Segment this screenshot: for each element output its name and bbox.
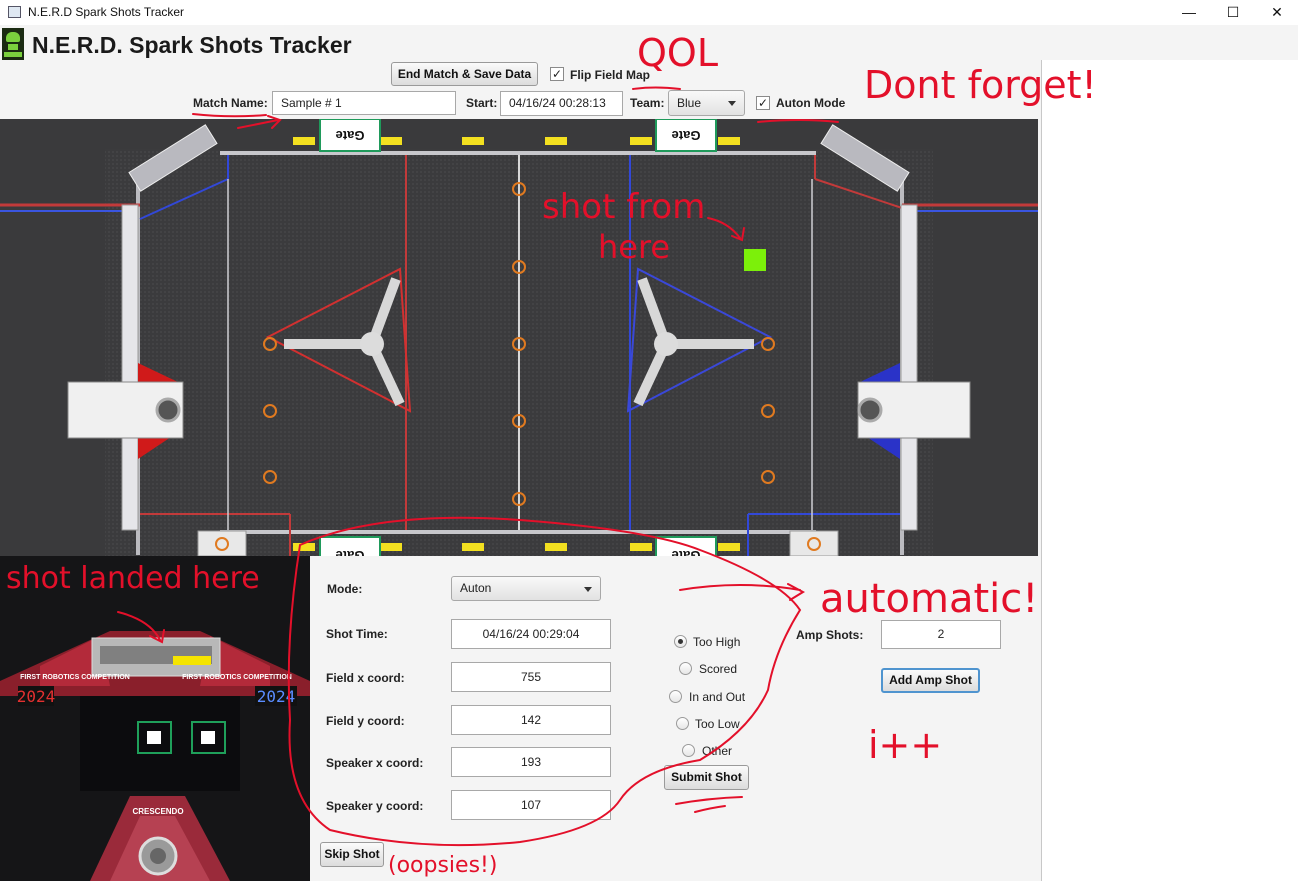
- shot-time-input[interactable]: 04/16/24 00:29:04: [451, 619, 611, 649]
- shot-landed-marker: [173, 656, 211, 665]
- shot-location-marker: [744, 249, 766, 271]
- annotation-ipp: i++: [868, 723, 942, 767]
- end-match-save-button[interactable]: End Match & Save Data: [391, 62, 538, 86]
- amp-shots-label: Amp Shots:: [796, 628, 864, 642]
- speaker-x-input[interactable]: 193: [451, 747, 611, 777]
- app-title: N.E.R.D. Spark Shots Tracker: [32, 32, 352, 58]
- radio-other[interactable]: [682, 744, 695, 757]
- amp-shots-input[interactable]: 2: [881, 620, 1001, 649]
- start-time-input[interactable]: 04/16/24 00:28:13: [500, 91, 623, 116]
- first-brand-left: FIRST ROBOTICS COMPETITION: [20, 674, 130, 681]
- start-label: Start:: [466, 96, 498, 110]
- close-button[interactable]: ✕: [1254, 0, 1298, 25]
- radio-in-and-out[interactable]: [669, 690, 682, 703]
- radio-label-in-and-out: In and Out: [689, 690, 746, 704]
- field-y-input[interactable]: 142: [451, 705, 611, 735]
- team-select[interactable]: Blue: [668, 90, 745, 116]
- speaker-y-label: Speaker y coord:: [326, 799, 424, 813]
- auton-mode-checkbox[interactable]: ✓: [756, 96, 770, 110]
- chevron-down-icon: [728, 101, 736, 106]
- gate-label: Gate: [336, 548, 365, 556]
- nerd-logo-icon: [2, 28, 24, 60]
- team-select-value: Blue: [677, 96, 702, 110]
- gate-label: Gate: [672, 548, 701, 556]
- mode-select[interactable]: Auton: [451, 576, 601, 601]
- auton-mode-label: Auton Mode: [776, 96, 846, 110]
- score-display-right: 2024: [257, 687, 296, 706]
- submit-shot-button[interactable]: Submit Shot: [664, 765, 749, 790]
- gate-label: Gate: [336, 128, 365, 143]
- field-y-label: Field y coord:: [326, 714, 405, 728]
- skip-shot-button[interactable]: Skip Shot: [320, 842, 384, 867]
- window-app-icon: [8, 6, 21, 18]
- window-title: N.E.R.D Spark Shots Tracker: [28, 5, 185, 19]
- speaker-image[interactable]: FIRST ROBOTICS COMPETITION FIRST ROBOTIC…: [0, 556, 310, 881]
- flip-field-checkbox[interactable]: ✓: [550, 67, 564, 81]
- field-x-label: Field x coord:: [326, 671, 405, 685]
- right-panel: [1041, 60, 1298, 881]
- annotation-oopsies: (oopsies!): [388, 853, 497, 878]
- window-title-bar: [0, 0, 1298, 25]
- maximize-button[interactable]: ☐: [1210, 0, 1256, 25]
- mode-label: Mode:: [327, 582, 363, 596]
- speaker-y-input[interactable]: 107: [451, 790, 611, 820]
- first-brand-right: FIRST ROBOTICS COMPETITION: [182, 674, 292, 681]
- radio-label-scored: Scored: [699, 662, 738, 676]
- radio-label-too-low: Too Low: [695, 717, 740, 731]
- match-name-input[interactable]: Sample # 1: [272, 91, 456, 115]
- minimize-button[interactable]: —: [1166, 0, 1212, 25]
- radio-label-other: Other: [702, 744, 733, 758]
- score-display-left: 2024: [17, 687, 56, 706]
- radio-label-too-high: Too High: [693, 635, 741, 649]
- gate-label: Gate: [672, 128, 701, 143]
- mode-select-value: Auton: [460, 581, 492, 595]
- speaker-x-label: Speaker x coord:: [326, 756, 424, 770]
- team-label: Team:: [630, 96, 665, 110]
- annotation-automatic: automatic!: [820, 576, 1038, 622]
- match-name-label: Match Name:: [193, 96, 268, 110]
- shot-time-label: Shot Time:: [326, 627, 388, 641]
- field-map[interactable]: Gate Gate Gate Gate: [0, 119, 1038, 556]
- radio-too-high[interactable]: [674, 635, 687, 648]
- radio-too-low[interactable]: [676, 717, 689, 730]
- field-x-input[interactable]: 755: [451, 662, 611, 692]
- add-amp-shot-button[interactable]: Add Amp Shot: [881, 668, 980, 693]
- chevron-down-icon: [584, 586, 592, 592]
- crescendo-logo: CRESCENDO: [132, 807, 183, 816]
- flip-field-label: Flip Field Map: [570, 68, 650, 82]
- radio-scored[interactable]: [679, 662, 692, 675]
